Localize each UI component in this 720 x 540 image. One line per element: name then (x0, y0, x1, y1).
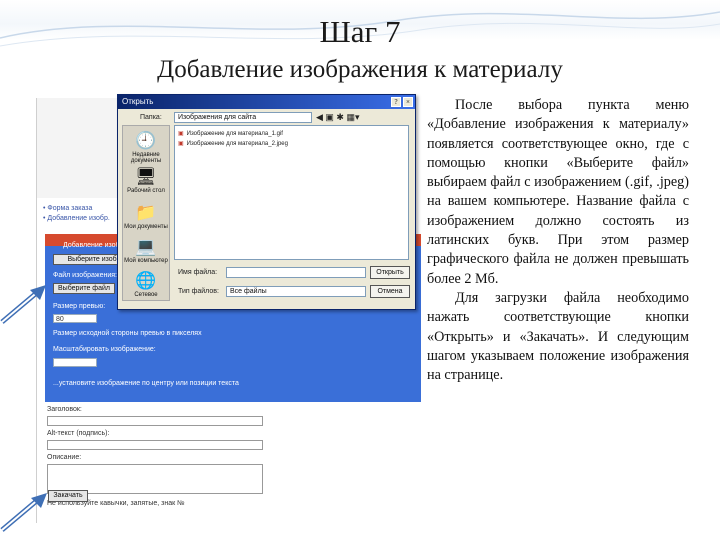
toolbar-icons[interactable]: ◀ ▣ ✱ ▦▾ (316, 112, 360, 123)
file-item[interactable]: ▣ Изображение для материала_1.gif (178, 130, 283, 137)
desktop-icon: 🖥 (135, 167, 157, 186)
filename-label: Имя файла: (178, 269, 218, 276)
size-label: Размер превью: (53, 303, 106, 310)
position-note: ...установите изображение по центру или … (53, 380, 239, 387)
close-icon[interactable]: × (403, 97, 413, 107)
nav-link-add-image[interactable]: • Добавление изобр. (43, 214, 110, 224)
file-label: Файл изображения: (53, 272, 117, 279)
instruction-text: После выбора пункта меню «Добавление изо… (427, 96, 689, 385)
cancel-button[interactable]: Отмена (370, 285, 410, 298)
upload-button[interactable]: Закачать (48, 490, 88, 502)
network-globe-icon: 🌐 (135, 271, 157, 290)
folder-combo[interactable]: Изображения для сайта (174, 112, 312, 123)
open-button[interactable]: Открыть (370, 266, 410, 279)
description-label: Описание: (47, 454, 82, 461)
place-computer[interactable]: 💻 Мой компьютер (123, 237, 169, 265)
place-desktop[interactable]: 🖥 Рабочий стол (123, 167, 169, 195)
folder-label: Папка: (140, 114, 162, 121)
arrow-to-choose-file (0, 285, 46, 324)
alt-input[interactable] (47, 440, 263, 450)
title-label: Заголовок: (47, 406, 82, 413)
slide-subtitle: Добавление изображения к материалу (157, 56, 563, 83)
nav-link-order[interactable]: • Форма заказа (43, 204, 110, 214)
recent-documents-icon: 🕘 (135, 131, 157, 150)
instruction-paragraph: После выбора пункта меню «Добавление изо… (427, 97, 689, 287)
computer-icon: 💻 (135, 237, 157, 256)
place-network[interactable]: 🌐 Сетевое (123, 271, 169, 299)
filetype-label: Тип файлов: (178, 288, 219, 295)
title-input[interactable] (47, 416, 263, 426)
scale-input[interactable] (53, 358, 97, 367)
resize-label: Размер исходной стороны превью в пикселя… (53, 330, 202, 337)
choose-file-button[interactable]: Выберите файл (53, 283, 115, 294)
image-file-icon: ▣ (178, 141, 184, 147)
size-input[interactable]: 80 (53, 314, 97, 323)
dialog-titlebar: Открыть (118, 95, 415, 109)
place-recent[interactable]: 🕘 Недавние документы (123, 131, 169, 165)
open-file-dialog: Открыть ? × Папка: Изображения для сайта… (117, 94, 416, 310)
place-documents[interactable]: 📁 Мои документы (123, 203, 169, 231)
scale-label: Масштабировать изображение: (53, 346, 156, 353)
slide-title: Шаг 7 (319, 14, 401, 49)
filetype-select[interactable]: Все файлы (226, 286, 366, 297)
documents-folder-icon: 📁 (135, 203, 157, 222)
file-list: ▣ Изображение для материала_1.gif ▣ Изобра… (174, 125, 409, 260)
filename-input[interactable] (226, 267, 366, 278)
alt-label: Alt-текст (подпись): (47, 430, 110, 437)
instruction-paragraph: Для загрузки файла необходимо нажать соо… (427, 289, 689, 384)
help-icon[interactable]: ? (391, 97, 401, 107)
places-bar: 🕘 Недавние документы 🖥 Рабочий стол 📁 Мо… (122, 125, 170, 301)
file-item[interactable]: ▣ Изображение для материала_2.jpeg (178, 140, 288, 147)
page-nav-links: • Форма заказа • Добавление изобр. (43, 204, 110, 224)
dialog-title: Открыть (122, 97, 154, 106)
page-header-area (37, 98, 117, 198)
image-file-icon: ▣ (178, 131, 184, 137)
arrow-to-upload (0, 493, 47, 532)
